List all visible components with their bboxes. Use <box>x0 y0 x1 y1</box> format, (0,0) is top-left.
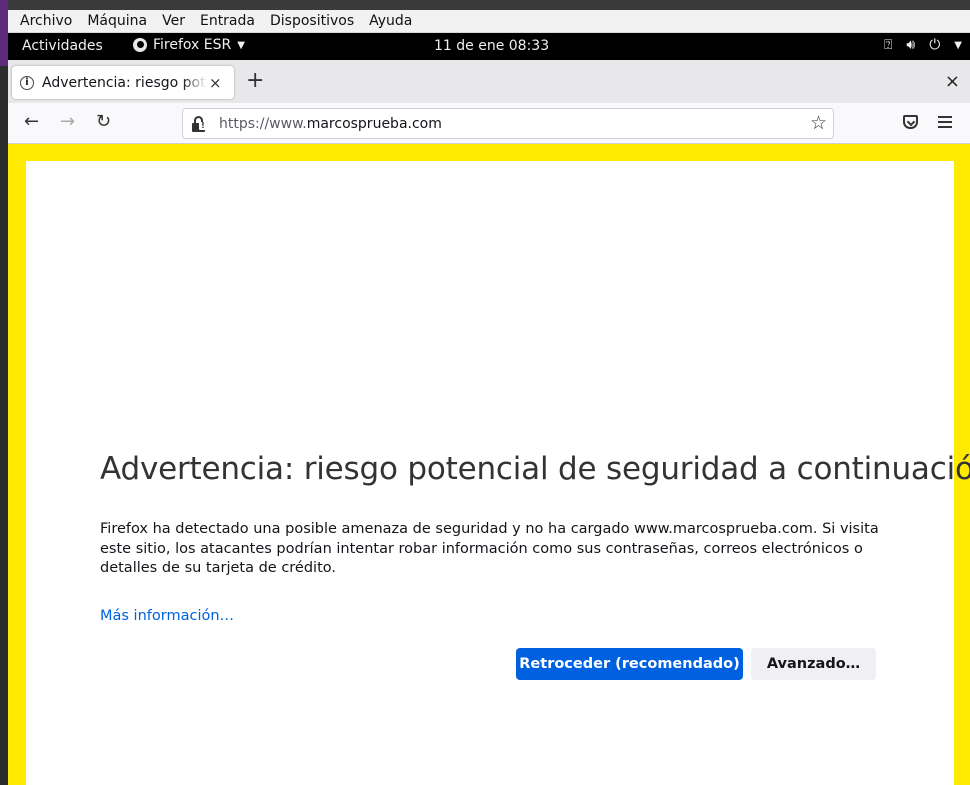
navigation-toolbar: ← → ↻ ! https://www.marcosprueba.com ☆ <box>8 103 970 144</box>
forward-button[interactable]: → <box>60 112 75 132</box>
vm-menu-maquina[interactable]: Máquina <box>87 13 147 29</box>
page-title: Advertencia: riesgo potencial de segurid… <box>100 451 970 487</box>
vm-menu-entrada[interactable]: Entrada <box>200 13 255 29</box>
screen: Archivo Máquina Ver Entrada Dispositivos… <box>0 0 970 785</box>
vm-title-strip <box>0 0 970 10</box>
url-domain: marcosprueba.com <box>306 115 442 132</box>
insecure-lock-icon[interactable]: ! <box>191 115 207 132</box>
clock[interactable]: 11 de ene 08:33 <box>434 38 549 54</box>
vm-menu-ver[interactable]: Ver <box>162 13 185 29</box>
tab-bar: i Advertencia: riesgo potencial de segur… <box>8 60 970 103</box>
system-tray[interactable]: ⍰ 🔊︎ ⏻ ▼ <box>884 37 962 53</box>
vm-menu-dispositivos[interactable]: Dispositivos <box>270 13 354 29</box>
url-prefix: https://www. <box>219 115 307 132</box>
url-text[interactable]: https://www.marcosprueba.com <box>219 116 442 132</box>
back-button[interactable]: ← <box>24 112 39 132</box>
window-close-button[interactable]: × <box>945 71 960 92</box>
desktop-edge <box>0 0 8 66</box>
warning-description: Firefox ha detectado una posible amenaza… <box>100 521 879 576</box>
reload-button[interactable]: ↻ <box>96 112 111 132</box>
caret-down-icon[interactable]: ▼ <box>954 40 962 51</box>
tab-close-icon[interactable]: × <box>209 74 222 92</box>
advanced-button[interactable]: Avanzado… <box>751 648 876 680</box>
bookmark-star-icon[interactable]: ☆ <box>810 112 827 134</box>
activities-button[interactable]: Actividades <box>22 38 103 54</box>
volume-icon[interactable]: 🔊︎ <box>906 37 915 53</box>
app-menu-label: Firefox ESR <box>153 37 232 53</box>
vm-menubar: Archivo Máquina Ver Entrada Dispositivos… <box>8 10 970 33</box>
tab-title: Advertencia: riesgo potencial de segurid… <box>42 74 207 91</box>
warning-page: Advertencia: riesgo potencial de segurid… <box>26 161 970 785</box>
gnome-top-bar: Actividades Firefox ESR ▼ 11 de ene 08:3… <box>8 33 970 60</box>
warning-page-border: Advertencia: riesgo potencial de segurid… <box>8 144 970 785</box>
caret-down-icon: ▼ <box>237 39 245 51</box>
url-bar[interactable]: ! https://www.marcosprueba.com ☆ <box>182 108 834 139</box>
pocket-icon[interactable] <box>903 115 918 129</box>
firefox-icon <box>133 38 147 52</box>
vm-menu-archivo[interactable]: Archivo <box>20 13 72 29</box>
hamburger-menu-icon[interactable] <box>938 116 952 128</box>
vm-menu-ayuda[interactable]: Ayuda <box>369 13 412 29</box>
new-tab-button[interactable]: + <box>246 70 264 92</box>
tab-active[interactable]: i Advertencia: riesgo potencial de segur… <box>12 66 234 99</box>
power-icon[interactable]: ⏻ <box>929 37 940 53</box>
app-menu[interactable]: Firefox ESR ▼ <box>133 37 245 53</box>
info-icon: i <box>20 75 34 90</box>
accessibility-icon[interactable]: ⍰ <box>884 37 892 53</box>
go-back-button[interactable]: Retroceder (recomendado) <box>516 648 743 680</box>
more-info-link[interactable]: Más información… <box>100 608 234 624</box>
